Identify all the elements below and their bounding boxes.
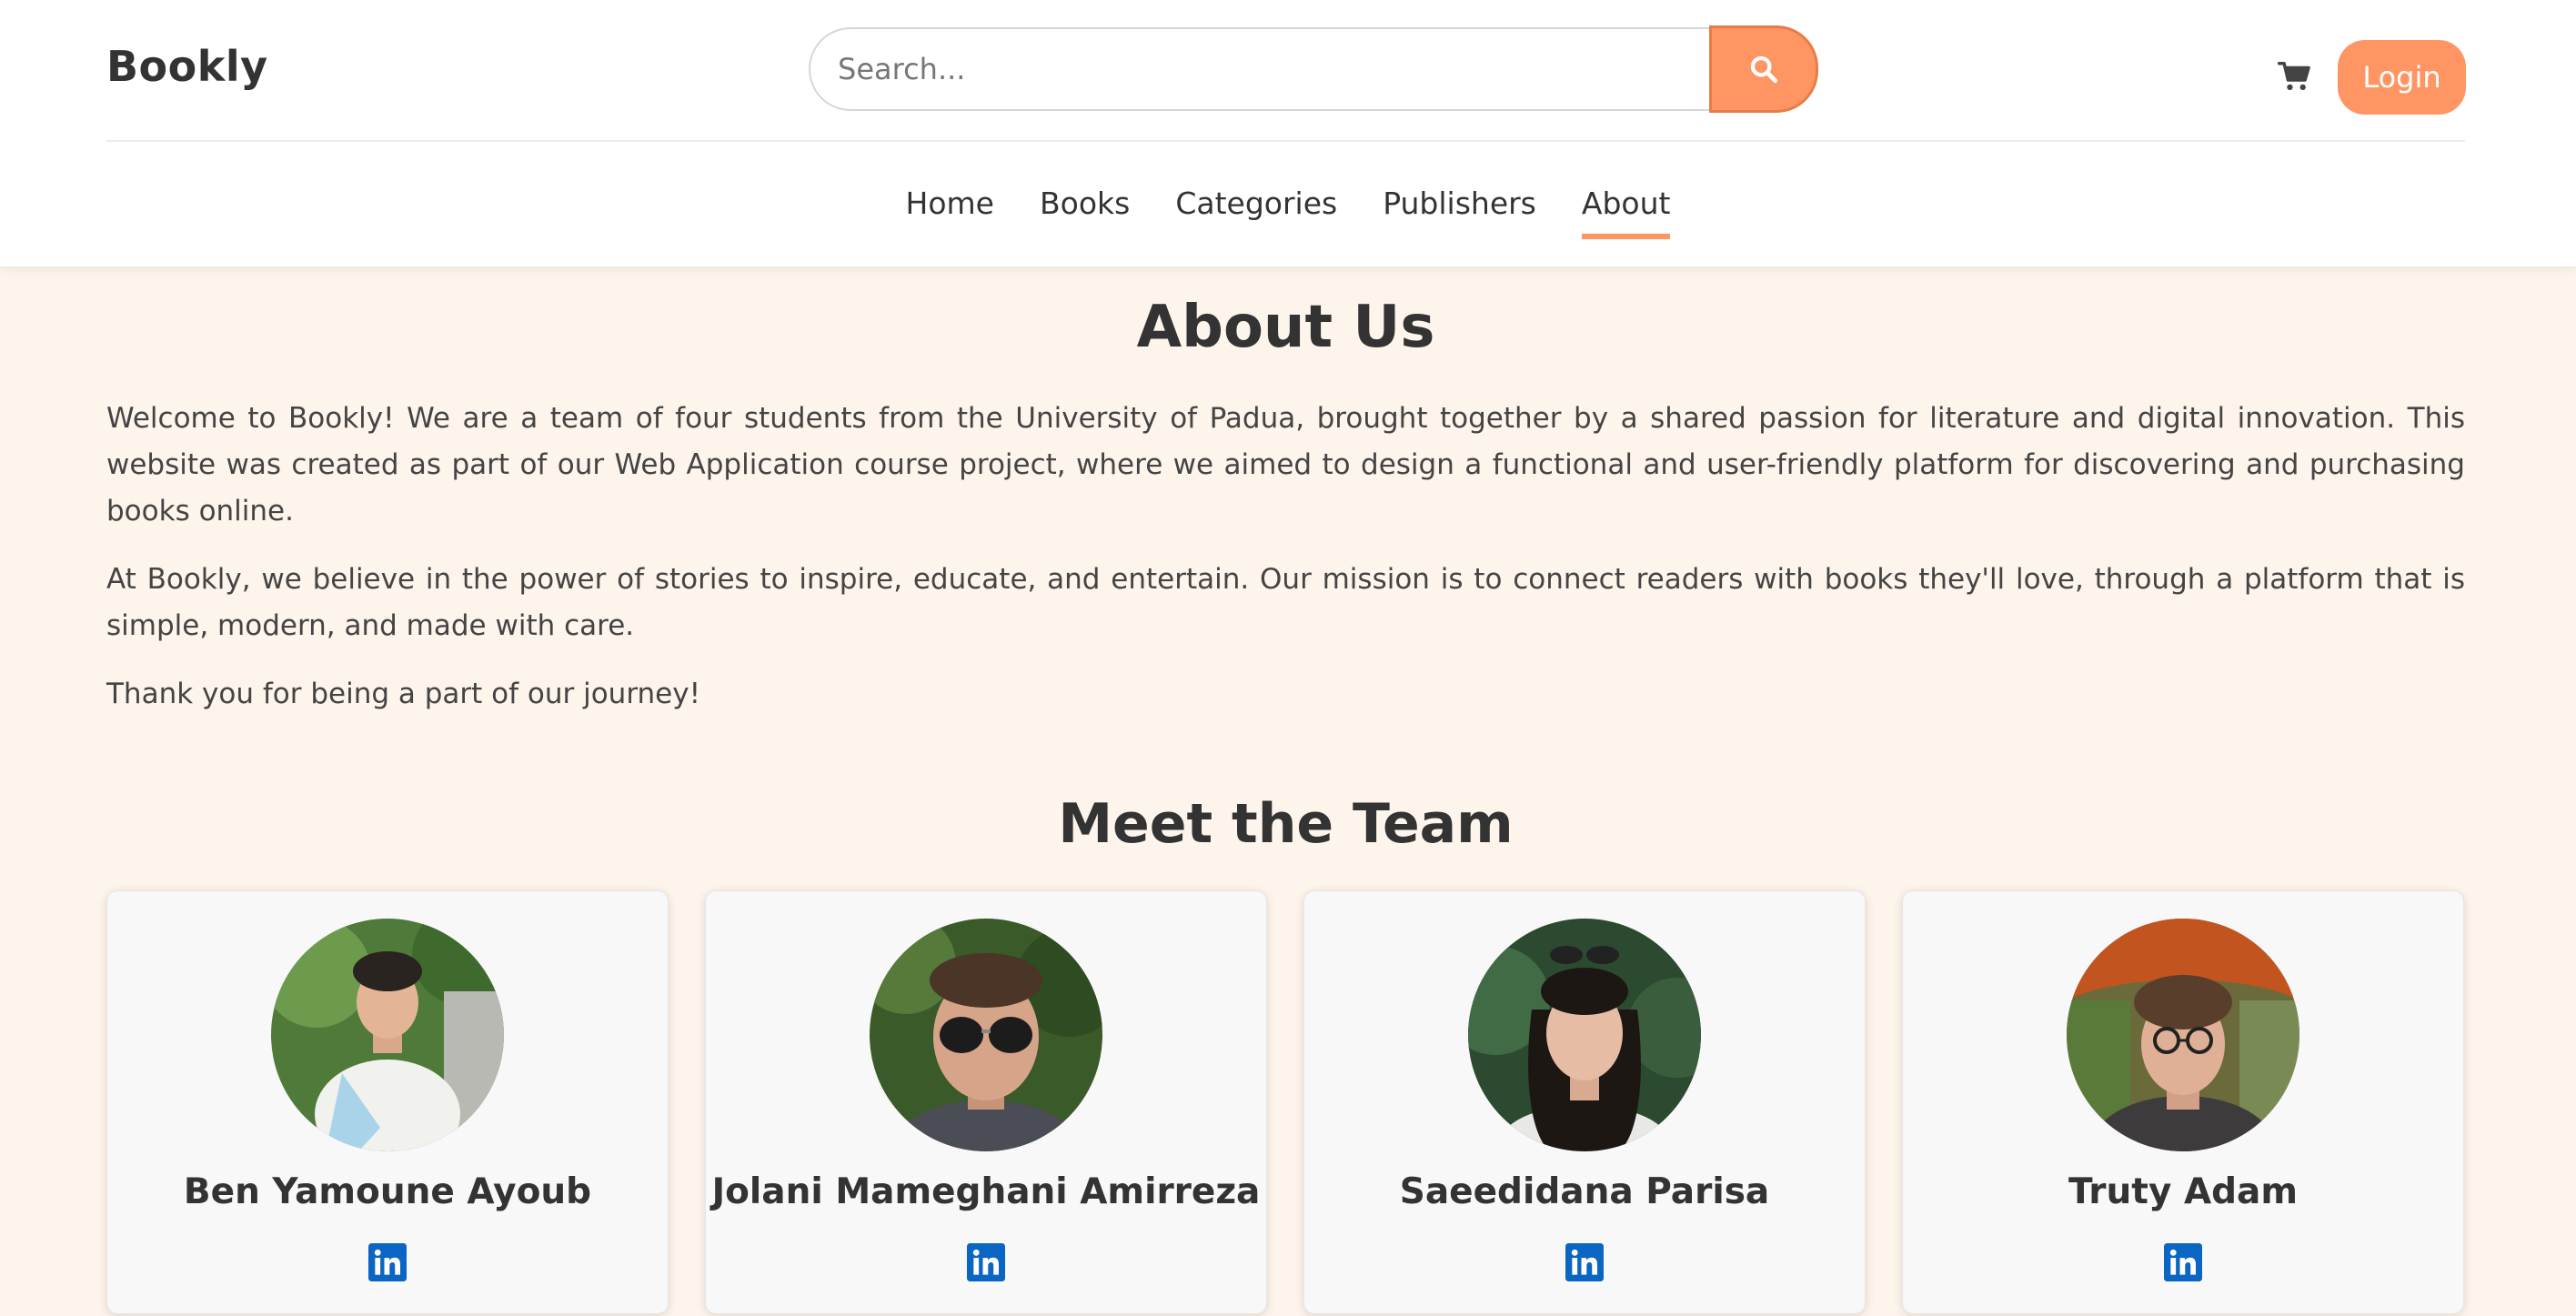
search-icon bbox=[1750, 55, 1778, 84]
search-input[interactable] bbox=[809, 27, 1709, 111]
nav-publishers[interactable]: Publishers bbox=[1383, 186, 1536, 239]
nav-about[interactable]: About bbox=[1581, 186, 1671, 239]
site-logo[interactable]: Bookly bbox=[106, 42, 268, 91]
about-paragraph: At Bookly, we believe in the power of st… bbox=[106, 563, 2465, 642]
nav-books[interactable]: Books bbox=[1040, 186, 1130, 239]
page-title: About Us bbox=[1136, 294, 1435, 361]
linkedin-icon[interactable] bbox=[1565, 1243, 1604, 1281]
member-name: Jolani Mameghani Amirreza bbox=[711, 1171, 1261, 1212]
team-title: Meet the Team bbox=[1058, 792, 1514, 856]
member-name: Saeedidana Parisa bbox=[1399, 1171, 1770, 1212]
main-nav: Home Books Categories Publishers About bbox=[0, 144, 2576, 266]
about-content: About Us Welcome to Bookly! We are a tea… bbox=[106, 266, 2465, 1314]
about-paragraph: Welcome to Bookly! We are a team of four… bbox=[106, 402, 2465, 527]
cart-button[interactable] bbox=[2275, 56, 2315, 96]
avatar bbox=[271, 919, 504, 1151]
site-header: Bookly Login Home Books Categories Publ bbox=[0, 0, 2576, 266]
member-name: Truty Adam bbox=[2068, 1171, 2298, 1212]
linkedin-icon[interactable] bbox=[967, 1243, 1005, 1281]
team-card: Jolani Mameghani Amirreza bbox=[705, 890, 1267, 1314]
avatar bbox=[2067, 919, 2299, 1151]
about-paragraph: Thank you for being a part of our journe… bbox=[106, 678, 701, 710]
search-bar bbox=[809, 25, 1826, 113]
team-card: Saeedidana Parisa bbox=[1303, 890, 1866, 1314]
linkedin-icon[interactable] bbox=[368, 1243, 407, 1281]
avatar bbox=[1468, 919, 1701, 1151]
nav-home[interactable]: Home bbox=[906, 186, 994, 239]
nav-categories[interactable]: Categories bbox=[1175, 186, 1337, 239]
team-card: Ben Yamoune Ayoub bbox=[106, 890, 669, 1314]
login-button[interactable]: Login bbox=[2338, 40, 2466, 115]
search-button[interactable] bbox=[1709, 25, 1818, 113]
member-name: Ben Yamoune Ayoub bbox=[183, 1171, 592, 1212]
top-bar: Bookly Login bbox=[106, 0, 2466, 142]
team-grid: Ben Yamoune Ayoub Jolani Mameghani Amirr… bbox=[106, 890, 2465, 1314]
cart-icon bbox=[2278, 62, 2310, 91]
linkedin-icon[interactable] bbox=[2164, 1243, 2202, 1281]
team-card: Truty Adam bbox=[1902, 890, 2464, 1314]
avatar bbox=[870, 919, 1102, 1151]
